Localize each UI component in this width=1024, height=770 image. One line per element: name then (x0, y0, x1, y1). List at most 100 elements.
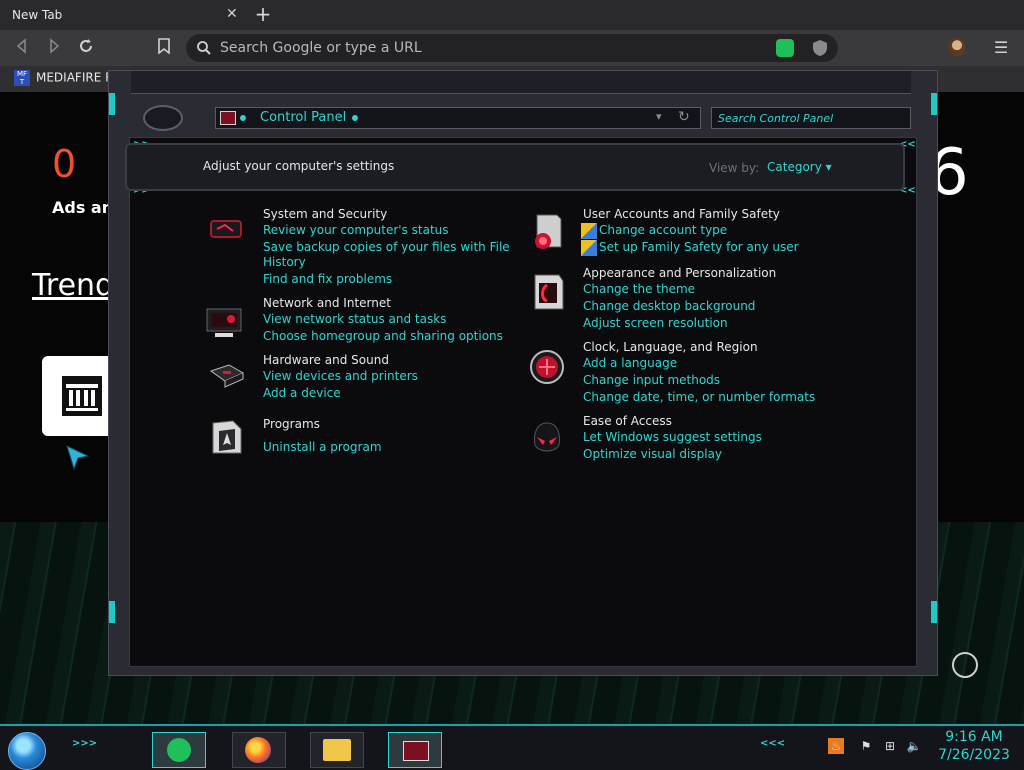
category-title[interactable]: Appearance and Personalization (583, 266, 776, 280)
search-input[interactable] (716, 110, 906, 126)
breadcrumb-control-panel[interactable]: Control Panel (260, 110, 346, 125)
category-link[interactable]: Set up Family Safety for any user (599, 240, 799, 254)
category-link[interactable]: Review your computer's status (263, 223, 449, 237)
settings-header: Adjust your computer's settings View by:… (125, 143, 905, 191)
search-icon (196, 40, 212, 56)
category-link[interactable]: View devices and printers (263, 369, 418, 383)
mediafire-icon: MF T (14, 70, 30, 86)
history-icon[interactable] (952, 652, 978, 678)
category-link[interactable]: Change date, time, or number formats (583, 390, 815, 404)
frame-accent (931, 601, 937, 623)
view-by-dropdown[interactable]: Category ▾ (767, 160, 832, 174)
address-placeholder: Search Google or type a URL (220, 40, 422, 56)
ads-blocked-count: 0 (52, 142, 77, 186)
category-link[interactable]: Change input methods (583, 373, 720, 387)
tray-volume-icon[interactable]: 🔈 (906, 738, 922, 754)
refresh-icon[interactable]: ↻ (678, 109, 690, 125)
taskbar-file-explorer[interactable] (310, 732, 364, 768)
frame-accent (931, 93, 937, 115)
close-tab-icon[interactable]: ✕ (226, 6, 238, 22)
category-link[interactable]: Let Windows suggest settings (583, 430, 762, 444)
ease-of-access-icon[interactable] (527, 419, 567, 459)
clock-language-icon[interactable] (527, 347, 567, 387)
shield-uac-icon (581, 223, 597, 239)
breadcrumb-dot (352, 115, 358, 121)
category-link[interactable]: Choose homegroup and sharing options (263, 329, 503, 343)
taskbar-control-panel[interactable] (388, 732, 442, 768)
category-title[interactable]: Programs (263, 417, 320, 431)
network-internet-icon[interactable] (205, 303, 245, 343)
category-title[interactable]: Network and Internet (263, 296, 391, 310)
back-icon[interactable] (12, 38, 32, 58)
user-accounts-icon[interactable] (527, 213, 567, 253)
window-title-bar[interactable] (131, 71, 911, 94)
chat-app-icon (167, 738, 191, 762)
tray-java-icon[interactable]: ♨ (828, 738, 844, 754)
category-link[interactable]: Optimize visual display (583, 447, 722, 461)
trending-heading[interactable]: Trend (32, 268, 114, 303)
menu-icon[interactable]: ☰ (992, 38, 1010, 57)
start-button[interactable] (8, 732, 46, 770)
control-panel-search[interactable] (711, 107, 911, 129)
control-panel-window[interactable]: Control Panel ▾ ↻ >> << >> << Adjust you… (108, 70, 938, 676)
category-link[interactable]: Uninstall a program (263, 440, 382, 454)
page-title: Adjust your computer's settings (203, 159, 395, 173)
system-clock[interactable]: 9:16 AM 7/26/2023 (934, 728, 1014, 764)
folder-icon (323, 739, 351, 761)
bookmark-mediafire[interactable]: MF T MEDIAFIRE RO (14, 70, 123, 86)
programs-icon[interactable] (207, 417, 247, 457)
taskbar-firefox[interactable] (232, 732, 286, 768)
taskbar-accent-icon: <<< (760, 738, 786, 749)
category-link[interactable]: History (263, 255, 306, 269)
category-link[interactable]: Add a device (263, 386, 341, 400)
browser-tab-strip: New Tab ✕ + (0, 0, 1024, 30)
browser-toolbar: Search Google or type a URL ☰ (0, 30, 1024, 66)
category-title[interactable]: Clock, Language, and Region (583, 340, 758, 354)
category-link[interactable]: Add a language (583, 356, 677, 370)
bank-icon (62, 376, 102, 416)
taskbar: >>> <<< ♨ ⚑ ⊞ 🔈 9:16 AM 7/26/2023 (0, 724, 1024, 770)
taskbar-chat-app[interactable] (152, 732, 206, 768)
category-link[interactable]: Find and fix problems (263, 272, 392, 286)
control-panel-icon (403, 741, 429, 761)
new-tab-button[interactable]: + (252, 3, 274, 25)
tab-new-tab[interactable]: New Tab ✕ (0, 0, 244, 30)
shield-extension-icon[interactable] (812, 39, 828, 57)
control-panel-app-icon (220, 111, 236, 125)
breadcrumb-dot (240, 115, 246, 121)
tab-title: New Tab (12, 8, 63, 22)
frame-accent (109, 93, 115, 115)
frame-accent (109, 601, 115, 623)
tray-action-center-icon[interactable]: ⚑ (858, 738, 874, 754)
taskbar-accent-icon: >>> (72, 738, 98, 749)
category-link[interactable]: Save backup copies of your files with Fi… (263, 240, 510, 254)
appearance-icon[interactable] (527, 273, 567, 313)
hardware-sound-icon[interactable] (207, 355, 247, 395)
category-link[interactable]: View network status and tasks (263, 312, 446, 326)
category-link[interactable]: Change the theme (583, 282, 695, 296)
address-bar[interactable]: Search Google or type a URL (186, 34, 838, 62)
chat-extension-icon[interactable] (776, 39, 794, 57)
category-title[interactable]: Hardware and Sound (263, 353, 389, 367)
system-security-icon[interactable] (207, 209, 247, 249)
bookmark-icon[interactable] (154, 38, 174, 58)
category-title[interactable]: Ease of Access (583, 414, 672, 428)
address-dropdown-icon[interactable]: ▾ (656, 110, 662, 123)
mouse-cursor-icon (64, 444, 92, 472)
category-link[interactable]: Adjust screen resolution (583, 316, 728, 330)
clock-time: 9:16 AM (945, 729, 1003, 745)
view-by-label: View by: (709, 161, 760, 175)
reload-icon[interactable] (76, 38, 96, 58)
window-orb-button[interactable] (143, 105, 183, 131)
clock-date: 7/26/2023 (938, 747, 1010, 763)
forward-icon[interactable] (44, 38, 64, 58)
explorer-address-bar[interactable]: Control Panel ▾ ↻ (215, 107, 701, 129)
category-link[interactable]: Change account type (599, 223, 727, 237)
category-title[interactable]: User Accounts and Family Safety (583, 207, 780, 221)
tray-network-icon[interactable]: ⊞ (882, 738, 898, 754)
profile-avatar[interactable] (948, 38, 966, 56)
shield-uac-icon (581, 240, 597, 256)
category-title[interactable]: System and Security (263, 207, 387, 221)
category-link[interactable]: Change desktop background (583, 299, 755, 313)
firefox-icon (245, 737, 271, 763)
